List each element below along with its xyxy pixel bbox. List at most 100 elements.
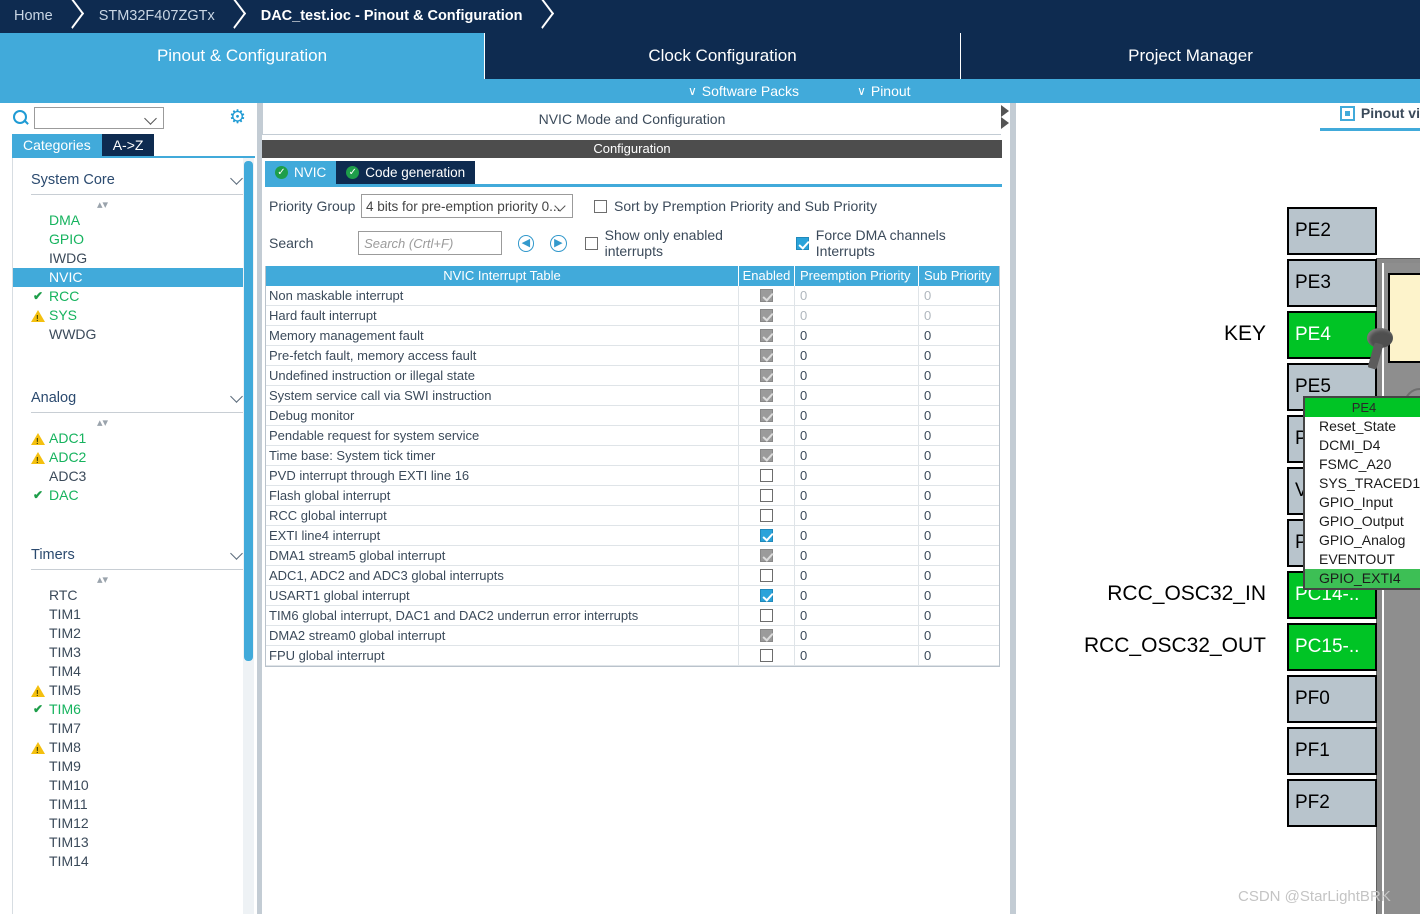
arrow-right-icon[interactable] <box>1001 105 1009 117</box>
sub-priority-cell[interactable]: 0 <box>919 546 999 565</box>
force-dma-checkbox[interactable]: Force DMA channels Interrupts <box>795 227 1002 259</box>
sidebar-item-adc3[interactable]: ADC3 <box>13 467 257 486</box>
sidebar-item-adc1[interactable]: ADC1 <box>13 429 257 448</box>
table-row[interactable]: Hard fault interrupt 0 0 <box>266 306 999 326</box>
tab-nvic[interactable]: ✓ NVIC <box>265 161 337 184</box>
breadcrumb-item-file[interactable]: DAC_test.ioc - Pinout & Configuration <box>247 0 529 33</box>
interrupt-enabled-cell[interactable] <box>739 486 795 505</box>
menu-item-gpio_analog[interactable]: GPIO_Analog <box>1305 531 1420 550</box>
enabled-checkbox[interactable] <box>760 629 773 642</box>
enabled-checkbox[interactable] <box>760 369 773 382</box>
checkbox-box[interactable] <box>584 236 598 250</box>
sidebar-item-sys[interactable]: SYS <box>13 306 257 325</box>
sidebar-item-rcc[interactable]: ✔ RCC <box>13 287 257 306</box>
preemption-priority-cell[interactable]: 0 <box>795 626 919 645</box>
preemption-priority-cell[interactable]: 0 <box>795 346 919 365</box>
table-row[interactable]: Flash global interrupt 0 0 <box>266 486 999 506</box>
preemption-priority-cell[interactable]: 0 <box>795 326 919 345</box>
table-row[interactable]: Time base: System tick timer 0 0 <box>266 446 999 466</box>
breadcrumb-item-mcu[interactable]: STM32F407ZGTx <box>85 0 221 33</box>
enabled-checkbox[interactable] <box>760 389 773 402</box>
sidebar-item-tim9[interactable]: TIM9 <box>13 757 257 776</box>
sub-priority-cell[interactable]: 0 <box>919 466 999 485</box>
sub-priority-cell[interactable]: 0 <box>919 346 999 365</box>
preemption-priority-cell[interactable]: 0 <box>795 546 919 565</box>
sub-priority-cell[interactable]: 0 <box>919 406 999 425</box>
interrupt-enabled-cell[interactable] <box>739 286 795 305</box>
table-row[interactable]: EXTI line4 interrupt 0 0 <box>266 526 999 546</box>
sidebar-item-wwdg[interactable]: WWDG <box>13 325 257 344</box>
sub-priority-cell[interactable]: 0 <box>919 286 999 305</box>
table-row[interactable]: FPU global interrupt 0 0 <box>266 646 999 666</box>
tab-project-manager[interactable]: Project Manager <box>961 33 1420 79</box>
preemption-priority-cell[interactable]: 0 <box>795 386 919 405</box>
menu-item-gpio_input[interactable]: GPIO_Input <box>1305 493 1420 512</box>
preemption-priority-cell[interactable]: 0 <box>795 586 919 605</box>
enabled-checkbox[interactable] <box>760 409 773 422</box>
menu-item-fsmc_a20[interactable]: FSMC_A20 <box>1305 455 1420 474</box>
sub-priority-cell[interactable]: 0 <box>919 506 999 525</box>
interrupt-enabled-cell[interactable] <box>739 526 795 545</box>
checkbox-box[interactable] <box>594 199 607 213</box>
pinout-view-button[interactable]: Pinout vi <box>1339 105 1420 121</box>
preemption-priority-cell[interactable]: 0 <box>795 446 919 465</box>
enabled-checkbox[interactable] <box>760 449 773 462</box>
enabled-checkbox[interactable] <box>760 429 773 442</box>
enabled-checkbox[interactable] <box>760 569 773 582</box>
preemption-priority-cell[interactable]: 0 <box>795 366 919 385</box>
sub-priority-cell[interactable]: 0 <box>919 606 999 625</box>
sub-priority-cell[interactable]: 0 <box>919 426 999 445</box>
search-next-icon[interactable]: ▶ <box>550 234 567 252</box>
sub-priority-cell[interactable]: 0 <box>919 306 999 325</box>
pin-pf2[interactable]: PF2 <box>1287 779 1377 827</box>
preemption-priority-cell[interactable]: 0 <box>795 646 919 665</box>
enabled-checkbox[interactable] <box>760 529 773 542</box>
tab-clock-configuration[interactable]: Clock Configuration <box>485 33 961 79</box>
table-row[interactable]: TIM6 global interrupt, DAC1 and DAC2 und… <box>266 606 999 626</box>
interrupt-enabled-cell[interactable] <box>739 606 795 625</box>
menu-item-gpio_output[interactable]: GPIO_Output <box>1305 512 1420 531</box>
interrupt-enabled-cell[interactable] <box>739 566 795 585</box>
priority-group-select[interactable]: 4 bits for pre-emption priority 0... <box>361 194 573 218</box>
sidebar-item-tim12[interactable]: TIM12 <box>13 814 257 833</box>
sub-priority-cell[interactable]: 0 <box>919 586 999 605</box>
interrupt-enabled-cell[interactable] <box>739 426 795 445</box>
menu-item-eventout[interactable]: EVENTOUT <box>1305 550 1420 569</box>
preemption-priority-cell[interactable]: 0 <box>795 466 919 485</box>
enabled-checkbox[interactable] <box>760 469 773 482</box>
tab-a-to-z[interactable]: A->Z <box>101 134 155 156</box>
preemption-priority-cell[interactable]: 0 <box>795 566 919 585</box>
table-row[interactable]: System service call via SWI instruction 0… <box>266 386 999 406</box>
table-row[interactable]: Debug monitor 0 0 <box>266 406 999 426</box>
sidebar-item-tim10[interactable]: TIM10 <box>13 776 257 795</box>
table-row[interactable]: ADC1, ADC2 and ADC3 global interrupts 0 0 <box>266 566 999 586</box>
show-only-enabled-checkbox[interactable]: Show only enabled interrupts <box>584 227 779 259</box>
interrupt-enabled-cell[interactable] <box>739 626 795 645</box>
sub-priority-cell[interactable]: 0 <box>919 386 999 405</box>
sidebar-item-tim6[interactable]: ✔ TIM6 <box>13 700 257 719</box>
pin-pe3[interactable]: PE3 <box>1287 259 1377 307</box>
search-prev-icon[interactable]: ◀ <box>517 234 535 252</box>
sidebar-group-timers[interactable]: Timers <box>31 533 243 570</box>
sidebar-group-spinner[interactable]: ▴▾ <box>13 200 192 211</box>
table-row[interactable]: Non maskable interrupt 0 0 <box>266 286 999 306</box>
sidebar-item-tim11[interactable]: TIM11 <box>13 795 257 814</box>
arrow-right-icon[interactable] <box>1001 117 1009 129</box>
menu-item-reset_state[interactable]: Reset_State <box>1305 417 1420 436</box>
sidebar-group-spinner[interactable]: ▴▾ <box>13 575 192 586</box>
column-header-preemption[interactable]: Preemption Priority <box>795 266 919 286</box>
breadcrumb-item-home[interactable]: Home <box>0 0 59 33</box>
tab-categories[interactable]: Categories <box>12 134 102 156</box>
sidebar-item-dma[interactable]: DMA <box>13 211 257 230</box>
enabled-checkbox[interactable] <box>760 509 773 522</box>
sidebar-item-tim3[interactable]: TIM3 <box>13 643 257 662</box>
preemption-priority-cell[interactable]: 0 <box>795 426 919 445</box>
interrupt-enabled-cell[interactable] <box>739 366 795 385</box>
sidebar-scrollbar-thumb[interactable] <box>244 161 253 661</box>
sidebar-item-tim2[interactable]: TIM2 <box>13 624 257 643</box>
pin-pf0[interactable]: PF0 <box>1287 675 1377 723</box>
enabled-checkbox[interactable] <box>760 609 773 622</box>
table-row[interactable]: RCC global interrupt 0 0 <box>266 506 999 526</box>
sidebar-item-gpio[interactable]: GPIO <box>13 230 257 249</box>
sidebar-item-adc2[interactable]: ADC2 <box>13 448 257 467</box>
